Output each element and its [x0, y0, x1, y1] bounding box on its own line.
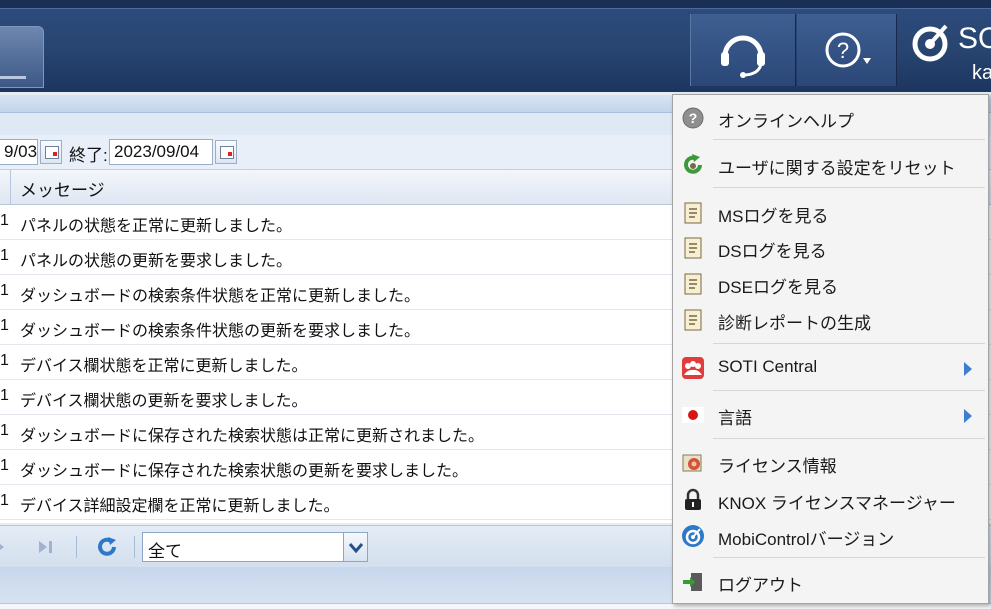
end-date-label: 終了: — [69, 146, 108, 165]
logout-icon — [683, 573, 702, 591]
menu-item-label: DSログを見る — [718, 242, 827, 261]
menu-item-label: KNOX ライセンスマネージャー — [718, 494, 956, 513]
log-icon — [684, 237, 702, 259]
menu-item-soti-central[interactable]: SOTI Central — [673, 349, 988, 383]
last-page-icon[interactable] — [36, 537, 58, 557]
row-lead: 1 — [0, 317, 9, 334]
menu-item-logout[interactable]: ログアウト — [673, 563, 988, 597]
menu-item-reset-settings[interactable]: ユーザに関する設定をリセット — [673, 146, 988, 180]
soti-logo-icon — [912, 24, 948, 62]
row-message: ダッシュボードに保存された検索状態の更新を要求しました。 — [20, 463, 469, 480]
row-lead: 1 — [0, 212, 9, 229]
filter-select[interactable]: 全て — [142, 532, 368, 562]
menu-item-label: MSログを見る — [718, 207, 829, 226]
row-message: パネルの状態の更新を要求しました。 — [20, 253, 293, 270]
menu-item-ds-log[interactable]: DSログを見る — [673, 229, 988, 263]
end-calendar-icon[interactable] — [215, 140, 237, 164]
row-message: ダッシュボードの検索条件状態を正常に更新しました。 — [20, 288, 421, 305]
menu-item-label: 言語 — [718, 409, 752, 428]
nav-tab-indicator — [0, 76, 26, 79]
toolbar-separator — [134, 536, 135, 558]
report-icon — [684, 309, 702, 331]
menu-item-label: ユーザに関する設定をリセット — [718, 159, 956, 178]
row-lead: 1 — [0, 282, 9, 299]
submenu-arrow-icon — [964, 409, 972, 423]
row-lead: 1 — [0, 247, 9, 264]
menu-item-diagnostic-report[interactable]: 診断レポートの生成 — [673, 301, 988, 335]
start-calendar-icon[interactable] — [40, 140, 62, 164]
column-header-message[interactable]: メッセージ — [20, 176, 105, 201]
row-message: パネルの状態を正常に更新しました。 — [20, 218, 293, 235]
menu-item-license-info[interactable]: ライセンス情報 — [673, 444, 988, 478]
log-icon — [684, 202, 702, 224]
menu-item-ms-log[interactable]: MSログを見る — [673, 194, 988, 228]
menu-item-knox-license-manager[interactable]: KNOX ライセンスマネージャー — [673, 481, 988, 515]
row-lead: 1 — [0, 422, 9, 439]
username-text: ka — [972, 62, 991, 84]
menu-separator — [713, 438, 985, 439]
nav-tab[interactable] — [0, 26, 44, 88]
column-separator — [10, 170, 11, 205]
row-message: ダッシュボードに保存された検索状態は正常に更新されました。 — [20, 428, 485, 445]
menu-item-label: 診断レポートの生成 — [718, 314, 871, 333]
menu-separator — [713, 343, 985, 344]
row-lead: 1 — [0, 387, 9, 404]
next-page-icon[interactable] — [0, 537, 8, 557]
row-message: デバイス詳細設定欄を正常に更新しました。 — [20, 498, 340, 515]
menu-separator — [713, 390, 985, 391]
brand-text: SO — [958, 22, 991, 55]
svg-text:?: ? — [689, 110, 698, 126]
help-circle-icon: ? — [825, 32, 871, 68]
language-flag-icon — [682, 407, 704, 423]
reset-icon — [684, 154, 702, 174]
menu-separator — [713, 557, 985, 558]
menu-item-label: SOTI Central — [718, 357, 818, 376]
menu-item-label: MobiControlバージョン — [718, 530, 895, 549]
top-header: ? SO ka — [0, 0, 991, 92]
svg-text:?: ? — [837, 38, 849, 63]
chevron-down-icon[interactable] — [343, 533, 367, 561]
support-button[interactable] — [690, 14, 796, 86]
row-lead: 1 — [0, 352, 9, 369]
toolbar-separator — [76, 536, 77, 558]
row-lead: 1 — [0, 492, 9, 509]
menu-item-label: オンラインヘルプ — [718, 112, 854, 131]
help-menu-button[interactable]: ? — [797, 14, 897, 86]
log-icon — [684, 273, 702, 295]
menu-separator — [713, 187, 985, 188]
lock-icon — [685, 488, 701, 510]
menu-item-label: DSEログを見る — [718, 278, 838, 297]
row-message: デバイス欄状態の更新を要求しました。 — [20, 393, 308, 410]
soti-central-icon — [682, 357, 704, 379]
menu-item-mobicontrol-version[interactable]: MobiControlバージョン — [673, 517, 988, 551]
headset-icon — [721, 35, 765, 78]
start-date-input[interactable]: 9/03 — [0, 139, 38, 165]
menu-item-label: ログアウト — [718, 576, 803, 595]
menu-item-label: ライセンス情報 — [718, 457, 837, 476]
header-divider — [0, 8, 991, 9]
license-icon — [682, 454, 702, 472]
row-message: デバイス欄状態を正常に更新しました。 — [20, 358, 308, 375]
end-date-input[interactable]: 2023/09/04 — [109, 139, 213, 165]
filter-select-value: 全て — [148, 542, 182, 561]
submenu-arrow-icon — [964, 362, 972, 376]
menu-item-language[interactable]: 言語 — [673, 396, 988, 430]
mobicontrol-icon — [682, 525, 704, 547]
help-dropdown-menu: ? オンラインヘルプ ユーザに関する設定をリセット MSログを見る DSログを見… — [672, 94, 989, 604]
menu-item-dse-log[interactable]: DSEログを見る — [673, 265, 988, 299]
menu-item-online-help[interactable]: ? オンラインヘルプ — [673, 99, 988, 133]
row-message: ダッシュボードの検索条件状態の更新を要求しました。 — [20, 323, 421, 340]
row-lead: 1 — [0, 457, 9, 474]
menu-separator — [713, 139, 985, 140]
refresh-icon[interactable] — [95, 535, 119, 559]
help-icon: ? — [682, 107, 704, 129]
